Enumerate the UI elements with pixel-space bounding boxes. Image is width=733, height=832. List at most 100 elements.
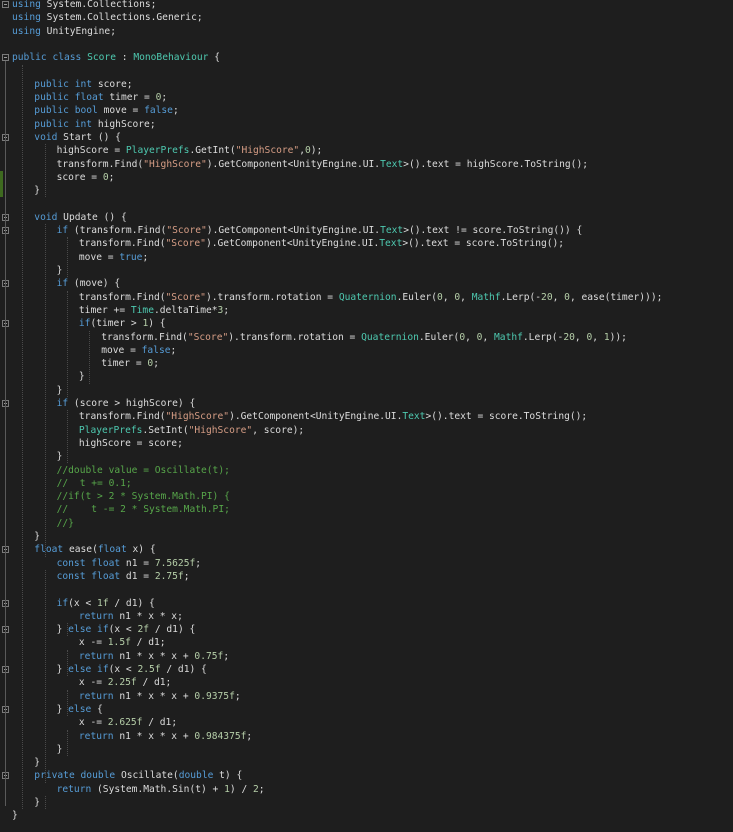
collapse-toggle-icon[interactable] <box>2 1 9 8</box>
code-token: //} <box>56 517 74 529</box>
code-line[interactable]: if(timer > 1) { <box>79 317 166 330</box>
code-line[interactable]: public bool move = false; <box>34 104 178 117</box>
code-line[interactable]: // t -= 2 * System.Math.PI; <box>57 503 230 516</box>
code-line[interactable]: highScore = score; <box>79 437 183 450</box>
code-line[interactable]: using System.Collections; <box>12 0 156 11</box>
code-line[interactable]: x -= 1.5f / d1; <box>79 636 166 649</box>
code-token: , <box>460 291 472 303</box>
code-line[interactable]: public int highScore; <box>34 118 155 131</box>
code-line[interactable]: // t += 0.1; <box>57 477 132 490</box>
code-line[interactable]: } <box>57 264 63 277</box>
code-line[interactable]: highScore = PlayerPrefs.GetInt("HighScor… <box>57 144 323 157</box>
code-line[interactable]: public class Score : MonoBehaviour { <box>12 51 220 64</box>
code-token: true <box>119 251 143 263</box>
code-line[interactable]: } <box>34 756 40 769</box>
code-line[interactable]: if (move) { <box>57 277 121 290</box>
code-token: } <box>56 743 63 755</box>
code-line[interactable]: transform.Find("Score").transform.rotati… <box>101 331 627 344</box>
code-line[interactable]: } <box>57 743 63 756</box>
code-line[interactable]: move = true; <box>79 251 148 264</box>
code-line[interactable]: } <box>34 530 40 543</box>
code-line[interactable]: return n1 * x * x; <box>79 610 183 623</box>
code-line[interactable]: return n1 * x * x + 0.75f; <box>79 650 229 663</box>
code-line[interactable]: } else { <box>57 703 103 716</box>
code-line[interactable]: return n1 * x * x + 0.984375f; <box>79 730 252 743</box>
code-line[interactable]: //} <box>57 517 74 530</box>
code-token: , <box>442 291 455 303</box>
code-token: / d1) { <box>149 624 196 636</box>
code-line[interactable]: if (score > highScore) { <box>57 397 196 410</box>
code-line[interactable]: } <box>57 450 63 463</box>
code-token: if <box>97 664 109 675</box>
code-line[interactable]: return n1 * x * x + 0.9375f; <box>79 690 241 703</box>
code-token: //double value = Oscillate(t); <box>56 464 230 476</box>
code-token: ).transform.rotation = <box>228 331 362 343</box>
code-token: } <box>34 757 41 769</box>
code-line[interactable]: score = 0; <box>57 171 115 184</box>
code-token: 2f <box>137 624 150 636</box>
code-line[interactable]: //if(t > 2 * System.Math.PI) { <box>57 490 230 503</box>
indent-guide <box>66 410 68 464</box>
code-line[interactable]: using System.Collections.Generic; <box>12 11 203 24</box>
code-line[interactable]: private double Oscillate(double t) { <box>34 769 242 782</box>
code-editor[interactable]: using System.Collections; using System.Co… <box>0 0 733 832</box>
code-line[interactable]: const float d1 = 2.75f; <box>57 570 190 583</box>
code-line[interactable]: timer += Time.deltaTime*3; <box>79 304 229 317</box>
code-token: bool <box>74 105 98 117</box>
code-line[interactable]: timer = 0; <box>101 357 159 370</box>
code-token: , <box>482 331 495 343</box>
code-token: Mathf <box>494 331 523 343</box>
code-token: float <box>34 544 64 556</box>
code-token: .GetInt( <box>189 145 236 157</box>
code-token: Mathf <box>471 291 501 303</box>
code-line[interactable]: using UnityEngine; <box>12 25 116 38</box>
code-line[interactable]: x -= 2.25f / d1; <box>79 676 171 689</box>
code-token: timer = <box>101 358 148 370</box>
code-token: Update () { <box>57 211 127 223</box>
code-line[interactable]: PlayerPrefs.SetInt("HighScore", score); <box>79 424 304 437</box>
indent-guide <box>89 330 91 384</box>
code-line[interactable]: } <box>34 184 40 197</box>
code-line[interactable]: } <box>34 796 40 809</box>
code-token: transform.Find( <box>78 411 166 423</box>
code-line[interactable]: transform.Find("HighScore").GetComponent… <box>57 158 588 171</box>
indent-guide <box>44 796 46 810</box>
code-line[interactable]: float ease(float x) { <box>34 543 155 556</box>
code-token: n1 = <box>120 557 155 569</box>
code-token: >().text != score.ToString()) { <box>403 225 583 237</box>
code-line[interactable]: if (transform.Find("Score").GetComponent… <box>57 224 583 237</box>
change-marker <box>0 170 3 198</box>
code-token: ).GetComponent<UnityEngine.UI. <box>206 158 381 170</box>
code-token: void <box>34 132 58 143</box>
code-token: "HighScore" <box>143 158 207 170</box>
code-line[interactable]: const float n1 = 7.5625f; <box>57 557 201 570</box>
code-line[interactable]: } else if(x < 2f / d1) { <box>57 623 196 636</box>
code-line[interactable]: transform.Find("Score").transform.rotati… <box>79 291 662 304</box>
code-token: >().text = score.ToString(); <box>425 411 588 423</box>
code-line[interactable]: void Start () { <box>34 131 121 144</box>
code-line[interactable]: } <box>57 384 63 397</box>
code-token: Text <box>402 411 426 423</box>
code-line[interactable]: transform.Find("HighScore").GetComponent… <box>79 410 587 423</box>
code-line[interactable]: } <box>12 809 18 822</box>
code-line[interactable]: move = false; <box>101 344 176 357</box>
code-token: ; <box>142 251 149 263</box>
code-line[interactable]: } else if(x < 2.5f / d1) { <box>57 663 207 676</box>
code-token: ; <box>108 171 115 183</box>
code-line[interactable]: } <box>79 370 85 383</box>
indent-guide <box>44 224 46 557</box>
code-line[interactable]: public float timer = 0; <box>34 91 167 104</box>
code-token: Time <box>130 304 154 316</box>
code-token: x -= <box>78 677 108 689</box>
code-line[interactable]: void Update () { <box>34 211 126 224</box>
code-line[interactable]: x -= 2.625f / d1; <box>79 716 177 729</box>
code-token: ; <box>223 650 230 662</box>
code-token: : <box>116 52 134 64</box>
collapse-toggle-icon[interactable] <box>2 54 9 62</box>
code-line[interactable]: if(x < 1f / d1) { <box>57 597 155 610</box>
code-line[interactable]: public int score; <box>34 78 132 91</box>
code-line[interactable]: transform.Find("Score").GetComponent<Uni… <box>79 237 564 250</box>
code-line[interactable]: return (System.Math.Sin(t) + 1) / 2; <box>57 783 265 796</box>
code-line[interactable]: //double value = Oscillate(t); <box>57 464 230 477</box>
code-token: private <box>34 770 75 782</box>
